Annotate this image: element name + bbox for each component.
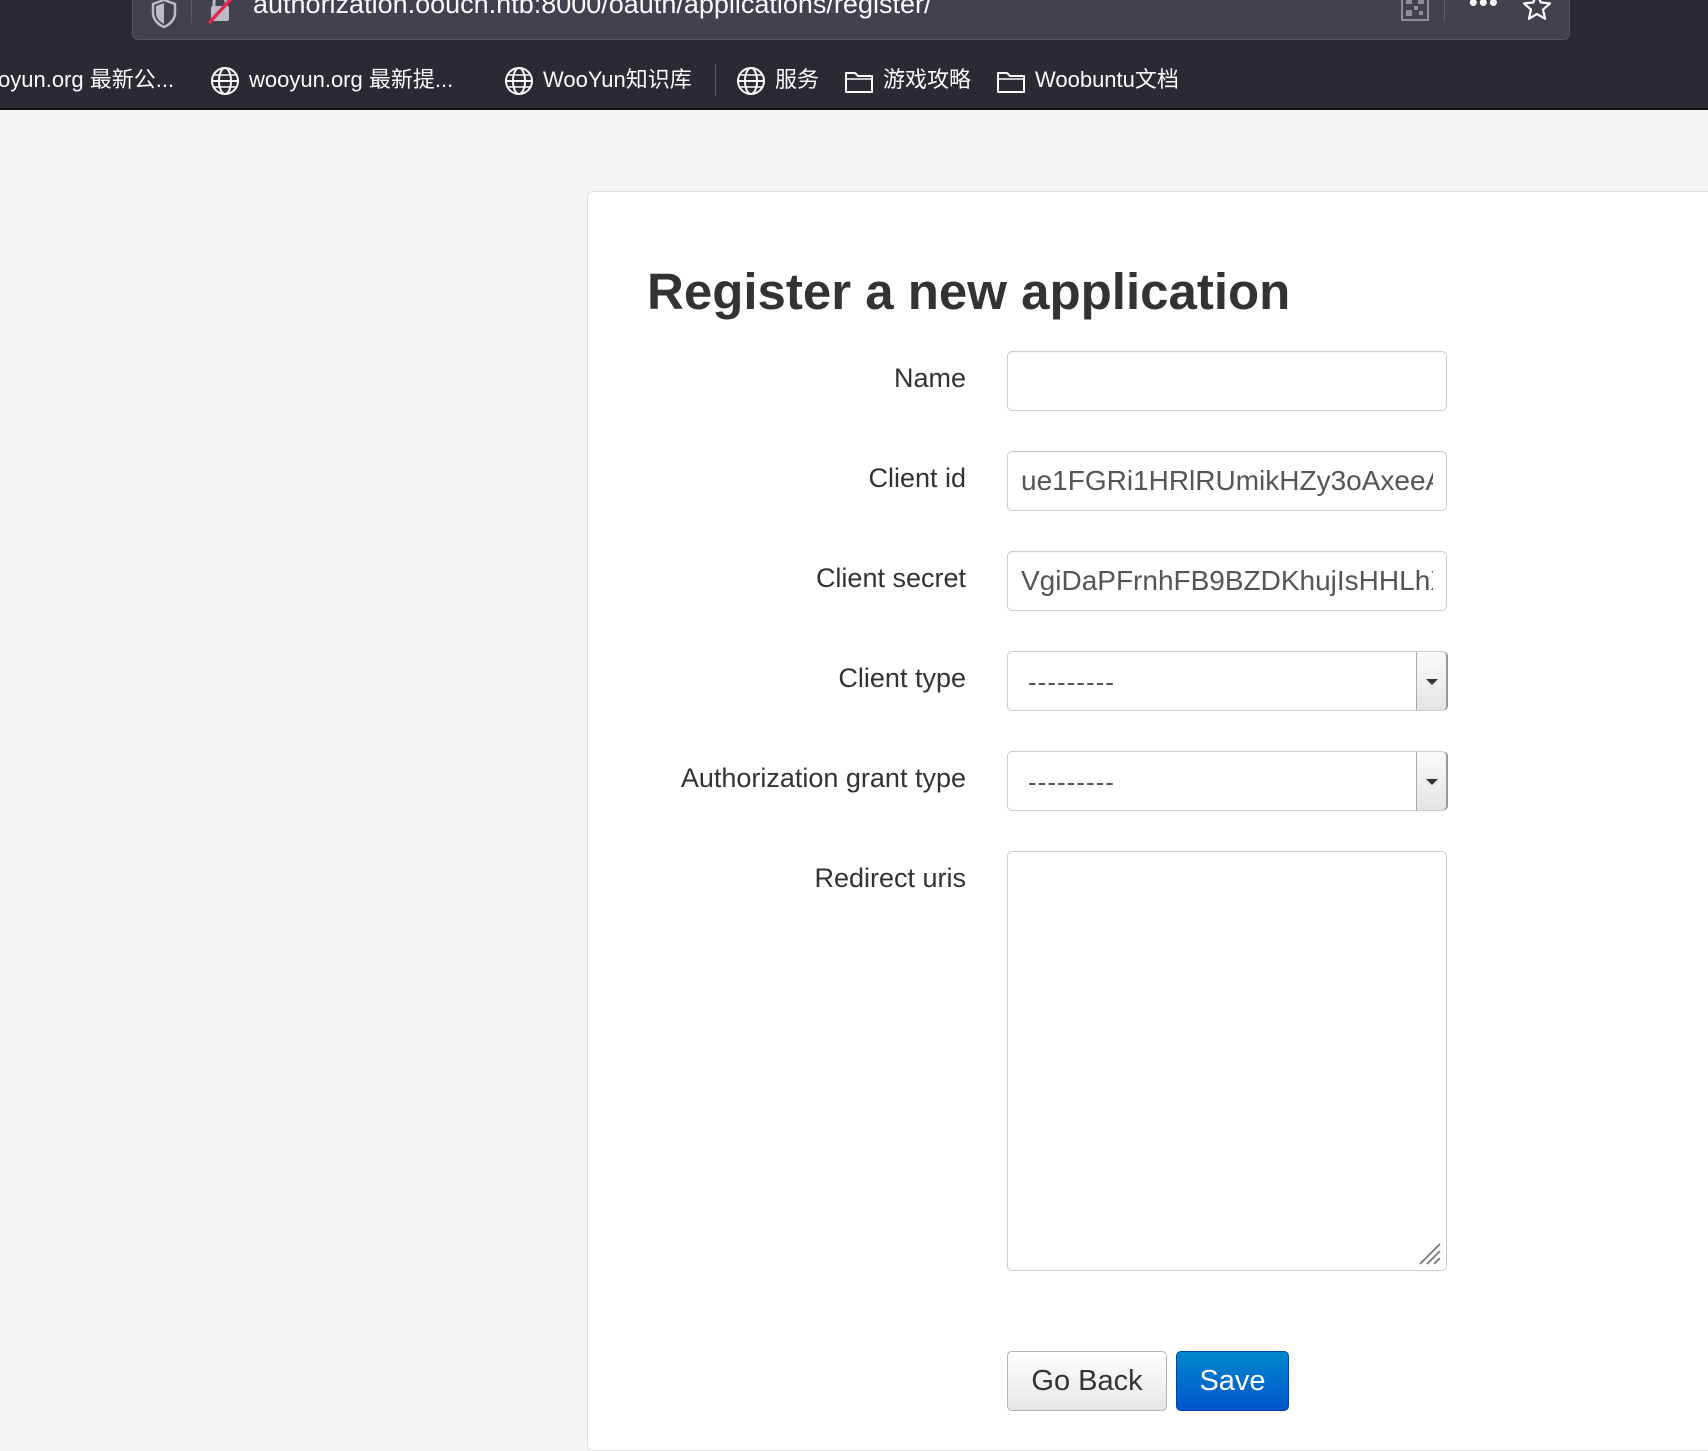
- client-type-label: Client type: [838, 663, 966, 693]
- client-secret-input[interactable]: [1007, 551, 1447, 611]
- insecure-lock-icon[interactable]: [205, 0, 235, 25]
- globe-icon: [211, 67, 239, 96]
- client-id-label: Client id: [868, 463, 966, 493]
- bookmark-label: Woobuntu文档: [1035, 67, 1179, 92]
- grant-type-value: ---------: [1028, 767, 1115, 797]
- register-application-card: Register a new application Name Client i…: [587, 191, 1708, 1451]
- bookmark-separator: [715, 64, 716, 96]
- bookmark-star-icon[interactable]: [1521, 0, 1553, 23]
- globe-icon: [737, 67, 765, 96]
- go-back-button[interactable]: Go Back: [1007, 1351, 1167, 1411]
- more-actions-icon[interactable]: •••: [1469, 0, 1499, 15]
- bookmark-folder[interactable]: Woobuntu文档: [995, 62, 1179, 98]
- bookmark-label: WooYun知识库: [543, 67, 692, 92]
- globe-icon: [505, 67, 533, 96]
- qr-code-icon[interactable]: [1401, 0, 1429, 21]
- folder-icon: [997, 72, 1025, 94]
- grant-type-label: Authorization grant type: [680, 763, 966, 793]
- bookmark-item[interactable]: wooyun.org 最新提...: [209, 62, 453, 98]
- page-title: Register a new application: [647, 263, 1291, 320]
- chevron-down-icon[interactable]: [1416, 652, 1446, 710]
- client-type-select[interactable]: ---------: [1007, 651, 1447, 711]
- bookmark-label: 游戏攻略: [883, 67, 972, 92]
- bookmark-label: oyun.org 最新公...: [0, 67, 175, 92]
- bookmark-folder[interactable]: 游戏攻略: [843, 62, 971, 98]
- redirect-uris-label: Redirect uris: [814, 863, 966, 893]
- folder-icon: [845, 72, 873, 94]
- client-type-value: ---------: [1028, 667, 1115, 697]
- bookmark-item[interactable]: WooYun知识库: [503, 62, 692, 98]
- chevron-down-icon[interactable]: [1416, 752, 1446, 810]
- client-secret-label: Client secret: [815, 563, 966, 593]
- name-input[interactable]: [1007, 351, 1447, 411]
- tracking-shield-icon[interactable]: [149, 0, 179, 29]
- browser-toolbar: authorization.oouch.htb:8000/oauth/appli…: [0, 0, 1708, 110]
- urlbar-separator: [191, 0, 192, 23]
- url-text[interactable]: authorization.oouch.htb:8000/oauth/appli…: [253, 0, 931, 19]
- resize-grip-icon[interactable]: [1416, 1240, 1442, 1266]
- address-bar[interactable]: authorization.oouch.htb:8000/oauth/appli…: [132, 0, 1570, 40]
- bookmark-label: wooyun.org 最新提...: [249, 67, 454, 92]
- bookmark-item[interactable]: oyun.org 最新公...: [0, 62, 174, 98]
- bookmarks-toolbar: oyun.org 最新公... wooyun.org 最新提... WooYun…: [0, 62, 1708, 98]
- bookmark-label: 服务: [775, 67, 820, 92]
- bookmark-item[interactable]: 服务: [735, 62, 819, 98]
- name-label: Name: [893, 363, 966, 393]
- save-button[interactable]: Save: [1176, 1351, 1289, 1411]
- urlbar-separator-right: [1444, 0, 1445, 21]
- grant-type-select[interactable]: ---------: [1007, 751, 1447, 811]
- redirect-uris-textarea[interactable]: [1007, 851, 1447, 1271]
- client-id-input[interactable]: [1007, 451, 1447, 511]
